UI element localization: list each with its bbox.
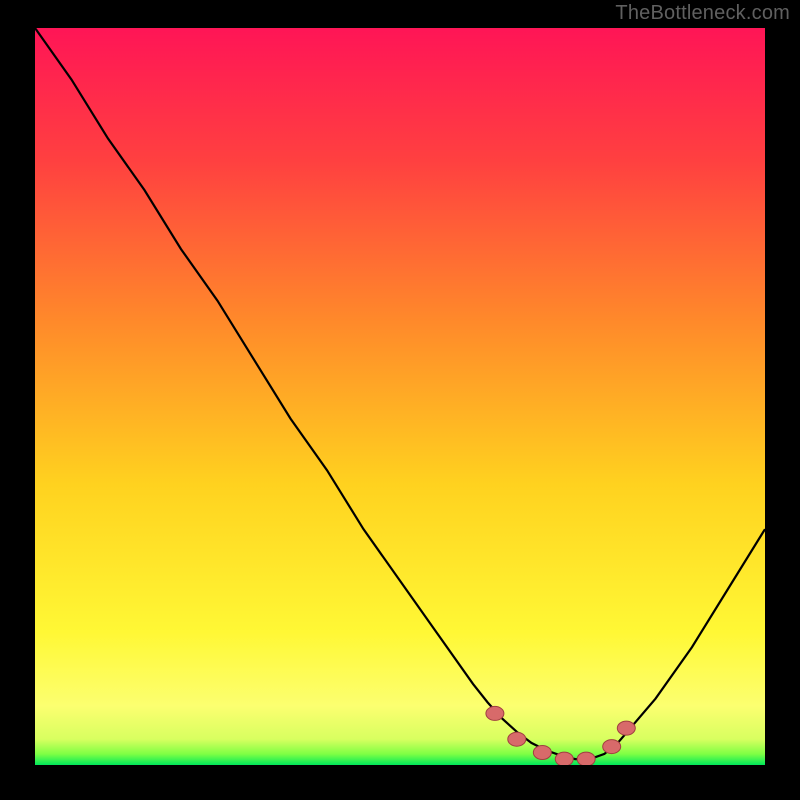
optimal-dot xyxy=(617,721,635,735)
optimal-dot xyxy=(533,745,551,759)
optimal-dot xyxy=(577,752,595,765)
optimal-dot xyxy=(555,752,573,765)
optimal-dot xyxy=(508,732,526,746)
watermark-text: TheBottleneck.com xyxy=(615,2,790,25)
optimal-dot xyxy=(486,706,504,720)
bottleneck-curve xyxy=(35,28,765,759)
optimal-dots xyxy=(486,706,635,765)
overlay-layer xyxy=(35,28,765,765)
optimal-dot xyxy=(603,740,621,754)
plot-area xyxy=(35,28,765,765)
chart-frame: TheBottleneck.com xyxy=(0,0,800,800)
